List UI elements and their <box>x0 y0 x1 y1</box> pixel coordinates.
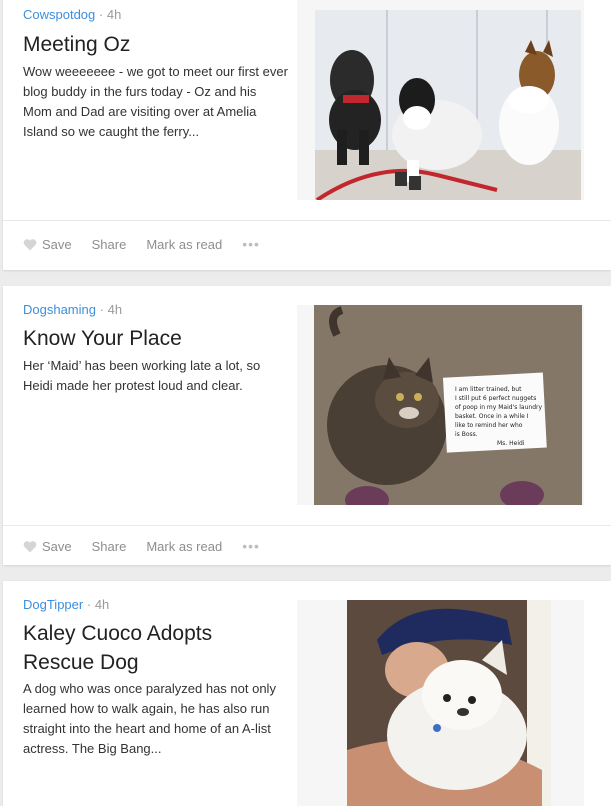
article-title[interactable]: Meeting Oz <box>23 30 288 59</box>
source-link[interactable]: DogTipper <box>23 597 83 612</box>
three-dogs-photo <box>315 10 581 200</box>
article-card[interactable]: Dogshaming · 4h Know Your Place Her ‘Mai… <box>3 286 611 565</box>
sign-text: Ms. Heidi <box>497 440 525 447</box>
mark-as-read-label: Mark as read <box>146 236 223 252</box>
sign-text: like to remind her who <box>455 422 523 429</box>
save-button[interactable]: Save <box>23 237 72 252</box>
article-meta: Cowspotdog · 4h <box>23 7 121 22</box>
woman-hugging-dog-photo <box>347 600 551 806</box>
article-meta: DogTipper · 4h <box>23 597 109 612</box>
article-excerpt[interactable]: Her ‘Maid’ has been working late a lot, … <box>23 356 288 396</box>
sign-text: of poop in my Maid's laundry <box>455 404 542 411</box>
sign-text: I am litter trained, but <box>455 386 522 393</box>
source-link[interactable]: Dogshaming <box>23 302 96 317</box>
card-divider <box>3 525 611 526</box>
article-age: 4h <box>107 302 123 317</box>
cat-with-sign-photo: I am litter trained, but I still put 6 p… <box>314 305 582 505</box>
meta-separator: · <box>99 302 104 317</box>
article-meta: Dogshaming · 4h <box>23 302 122 317</box>
article-title[interactable]: Kaley Cuoco Adopts Rescue Dog <box>23 619 288 677</box>
card-actions: Save Share Mark as read ••• <box>23 534 280 558</box>
save-button[interactable]: Save <box>23 539 72 554</box>
article-age: 4h <box>106 7 122 22</box>
share-button[interactable]: Share <box>92 237 127 252</box>
meta-separator: · <box>86 597 92 612</box>
card-actions: Save Share Mark as read ••• <box>23 232 280 256</box>
share-label: Share <box>91 538 127 554</box>
article-thumbnail[interactable] <box>297 600 584 806</box>
save-label: Save <box>42 236 72 252</box>
article-excerpt[interactable]: A dog who was once paralyzed has not onl… <box>23 679 288 759</box>
mark-as-read-label: Mark as read <box>146 538 223 554</box>
heart-icon <box>23 238 37 250</box>
source-link[interactable]: Cowspotdog <box>23 7 95 22</box>
more-options-button[interactable]: ••• <box>242 538 260 554</box>
meta-separator: · <box>98 7 104 22</box>
card-divider <box>3 220 611 221</box>
sign-text: I still put 6 perfect nuggets <box>455 395 536 402</box>
mark-as-read-button[interactable]: Mark as read <box>146 237 222 252</box>
article-thumbnail[interactable] <box>297 0 584 200</box>
article-card[interactable]: DogTipper · 4h Kaley Cuoco Adopts Rescue… <box>3 581 611 806</box>
more-dots-icon: ••• <box>242 236 260 252</box>
heart-icon <box>23 540 37 552</box>
save-label: Save <box>42 538 72 554</box>
sign-text: is Boss. <box>455 431 478 438</box>
article-card[interactable]: Cowspotdog · 4h Meeting Oz Wow weeeeeee … <box>3 0 611 270</box>
share-button[interactable]: Share <box>92 539 127 554</box>
article-excerpt[interactable]: Wow weeeeeee - we got to meet our first … <box>23 62 288 142</box>
more-dots-icon: ••• <box>242 538 260 554</box>
share-label: Share <box>91 236 127 252</box>
sign-text: basket. Once in a while I <box>455 413 529 420</box>
more-options-button[interactable]: ••• <box>242 236 260 252</box>
mark-as-read-button[interactable]: Mark as read <box>146 539 222 554</box>
article-title[interactable]: Know Your Place <box>23 324 288 353</box>
article-thumbnail[interactable]: I am litter trained, but I still put 6 p… <box>297 305 584 505</box>
article-age: 4h <box>94 597 110 612</box>
